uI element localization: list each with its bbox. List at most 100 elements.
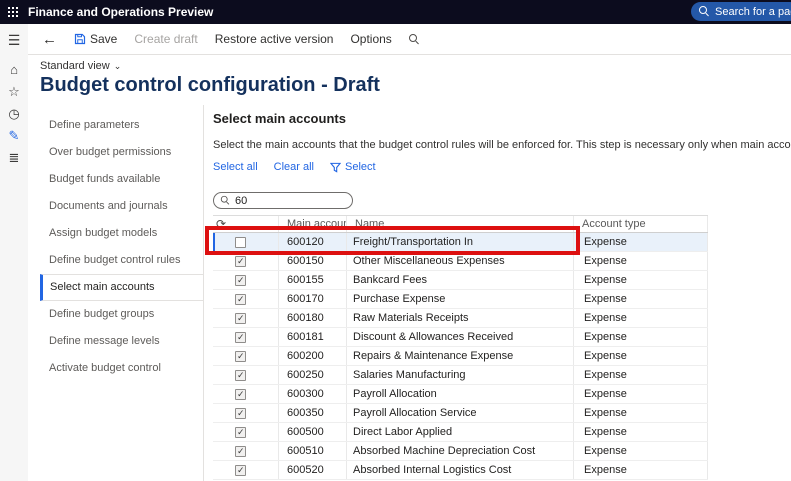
table-row[interactable]: 600120Freight/Transportation InExpense [213,233,708,252]
row-checkbox[interactable] [235,237,246,248]
table-row[interactable]: 600500Direct Labor AppliedExpense [213,423,708,442]
options-button[interactable]: Options [350,32,391,46]
table-row[interactable]: 600250Salaries ManufacturingExpense [213,366,708,385]
top-app-bar: Finance and Operations Preview Search fo… [0,0,791,24]
cell-account-type: Expense [574,271,708,289]
row-checkbox[interactable] [235,332,246,343]
view-selector[interactable]: Standard view⌄ [40,60,121,72]
filter-input[interactable] [235,195,346,207]
table-row[interactable]: 600155Bankcard FeesExpense [213,271,708,290]
row-selector[interactable] [213,252,231,270]
row-selector[interactable] [213,423,231,441]
row-selector[interactable] [213,328,231,346]
cell-main-account: 600181 [279,328,347,346]
nav-item-assign-budget-models[interactable]: Assign budget models [40,220,204,247]
table-row[interactable]: 600510Absorbed Machine Depreciation Cost… [213,442,708,461]
nav-item-define-parameters[interactable]: Define parameters [40,112,204,139]
waffle-icon[interactable] [8,7,18,17]
recent-clock-icon[interactable]: ◷ [0,103,28,125]
row-selector[interactable] [213,233,231,251]
row-checkbox[interactable] [235,408,246,419]
section-description: Select the main accounts that the budget… [213,139,791,151]
row-checkbox[interactable] [235,370,246,381]
nav-item-documents-and-journals[interactable]: Documents and journals [40,193,204,220]
cell-account-type: Expense [574,442,708,460]
back-arrow-icon[interactable]: ← [42,32,57,47]
restore-active-version-button[interactable]: Restore active version [215,32,334,46]
home-icon[interactable]: ⌂ [0,59,28,81]
checkbox-cell [231,404,279,422]
nav-item-define-message-levels[interactable]: Define message levels [40,328,204,355]
table-row[interactable]: 600200Repairs & Maintenance ExpenseExpen… [213,347,708,366]
row-selector[interactable] [213,366,231,384]
toolbar-search-icon[interactable] [409,34,420,45]
cell-account-type: Expense [574,328,708,346]
select-link-label: Select [345,161,376,173]
row-selector[interactable] [213,309,231,327]
edit-pencil-icon[interactable]: ✎ [0,125,28,147]
nav-item-define-budget-groups[interactable]: Define budget groups [40,301,204,328]
checkbox-cell [231,309,279,327]
global-search-button[interactable]: Search for a pag [691,2,791,21]
row-checkbox[interactable] [235,427,246,438]
column-header-checkbox[interactable] [231,216,279,232]
row-checkbox[interactable] [235,465,246,476]
table-row[interactable]: 600150Other Miscellaneous ExpensesExpens… [213,252,708,271]
cell-main-account: 600300 [279,385,347,403]
nav-item-select-main-accounts[interactable]: Select main accounts [40,274,204,301]
cell-name: Absorbed Machine Depreciation Cost [347,442,574,460]
column-header-main-account[interactable]: Main account↑ [279,216,347,232]
table-row[interactable]: 600520Absorbed Internal Logistics CostEx… [213,461,708,480]
row-checkbox[interactable] [235,275,246,286]
row-selector[interactable] [213,347,231,365]
row-selector[interactable] [213,442,231,460]
table-row[interactable]: 600181Discount & Allowances ReceivedExpe… [213,328,708,347]
filter-input-wrap [213,192,353,209]
select-all-link[interactable]: Select all [213,161,258,173]
row-checkbox[interactable] [235,256,246,267]
cell-name: Freight/Transportation In [347,233,574,251]
nav-item-define-budget-control-rules[interactable]: Define budget control rules [40,247,204,274]
row-checkbox[interactable] [235,313,246,324]
row-selector[interactable] [213,404,231,422]
table-row[interactable]: 600350Payroll Allocation ServiceExpense [213,404,708,423]
row-checkbox[interactable] [235,294,246,305]
hamburger-menu-icon[interactable]: ☰ [0,29,28,51]
cell-account-type: Expense [574,290,708,308]
accounts-grid: ⟳ Main account↑ Name Account type 600120… [213,215,708,480]
column-header-account-type[interactable]: Account type [574,216,708,232]
clear-all-link[interactable]: Clear all [274,161,314,173]
task-list-icon[interactable]: ≣ [0,147,28,169]
favorites-star-icon[interactable]: ☆ [0,81,28,103]
table-row[interactable]: 600300Payroll AllocationExpense [213,385,708,404]
filter-search-icon [221,196,230,205]
cell-account-type: Expense [574,404,708,422]
save-button[interactable]: Save [74,32,117,46]
cell-name: Direct Labor Applied [347,423,574,441]
cell-main-account: 600120 [279,233,347,251]
create-draft-button: Create draft [134,32,197,46]
row-selector[interactable] [213,461,231,479]
row-checkbox[interactable] [235,351,246,362]
nav-item-activate-budget-control[interactable]: Activate budget control [40,355,204,382]
column-header-name[interactable]: Name [347,216,574,232]
table-row[interactable]: 600180Raw Materials ReceiptsExpense [213,309,708,328]
cell-account-type: Expense [574,252,708,270]
main-panel: Select main accounts Select the main acc… [204,105,791,481]
cell-main-account: 600170 [279,290,347,308]
row-checkbox[interactable] [235,446,246,457]
checkbox-cell [231,347,279,365]
filter-funnel-icon [330,162,341,173]
nav-item-over-budget-permissions[interactable]: Over budget permissions [40,139,204,166]
nav-item-budget-funds-available[interactable]: Budget funds available [40,166,204,193]
row-checkbox[interactable] [235,389,246,400]
refresh-icon[interactable]: ⟳ [213,216,231,232]
table-row[interactable]: 600170Purchase ExpenseExpense [213,290,708,309]
row-selector[interactable] [213,290,231,308]
row-selector[interactable] [213,271,231,289]
cell-main-account: 600520 [279,461,347,479]
checkbox-cell [231,252,279,270]
row-selector[interactable] [213,385,231,403]
grid-header-row: ⟳ Main account↑ Name Account type [213,216,708,233]
select-link[interactable]: Select [330,161,376,173]
